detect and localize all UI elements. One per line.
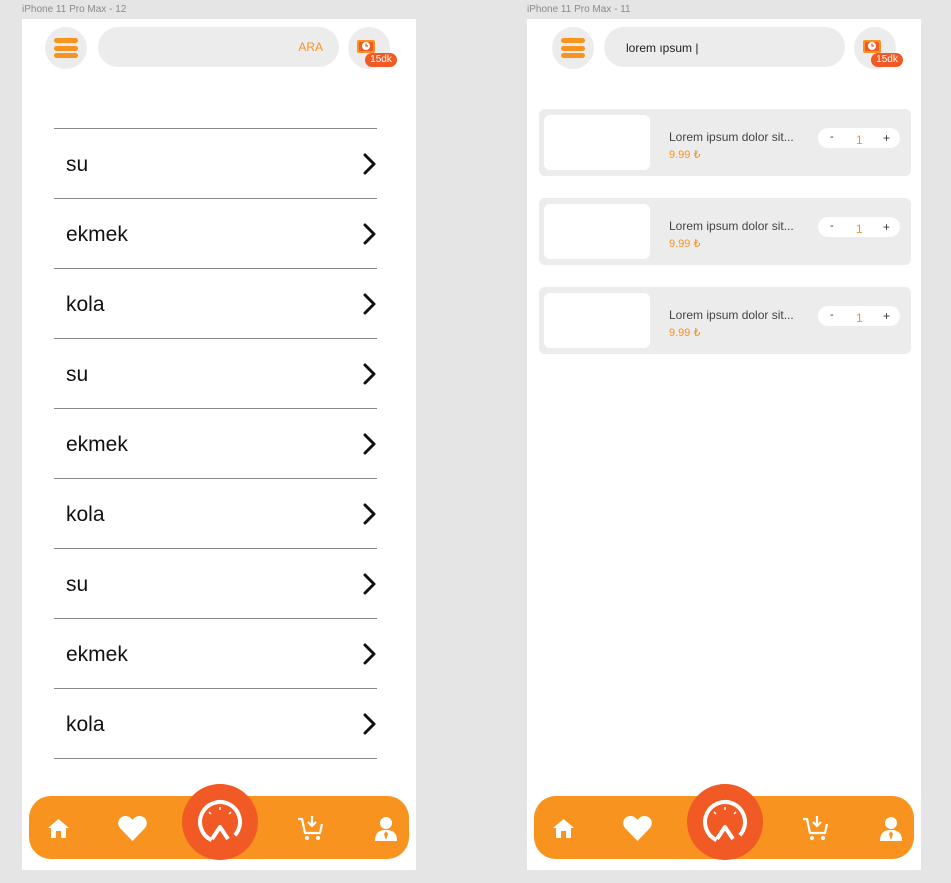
decrease-button[interactable]: - [830, 220, 834, 232]
list-item[interactable]: su [54, 129, 377, 199]
home-icon[interactable] [553, 819, 574, 838]
product-name: Lorem ipsum dolor sit... [669, 219, 794, 233]
cart-download-icon[interactable] [802, 815, 829, 842]
chevron-right-icon [363, 643, 376, 665]
user-icon[interactable] [880, 816, 902, 841]
list-item[interactable]: su [54, 339, 377, 409]
heart-icon[interactable] [118, 816, 147, 841]
quantity-stepper: - 1 + [818, 128, 900, 148]
cart-download-icon[interactable] [297, 815, 324, 842]
chevron-right-icon [363, 293, 376, 315]
decrease-button[interactable]: - [830, 309, 834, 321]
speedometer-button[interactable] [687, 784, 763, 860]
search-input-value: lorem ıpsum | [626, 41, 699, 55]
product-image [544, 204, 650, 259]
frame-label-left: iPhone 11 Pro Max - 12 [22, 4, 127, 15]
delivery-time-badge: 15dk [365, 53, 397, 67]
search-results-list: su ekmek kola su ekmek kola su ekmek kola [54, 128, 377, 759]
chevron-right-icon [363, 433, 376, 455]
frame-label-right: iPhone 11 Pro Max - 11 [527, 4, 631, 15]
increase-button[interactable]: + [883, 220, 890, 234]
product-price: 9.99 ₺ [669, 327, 701, 339]
quantity-value: 1 [856, 222, 863, 236]
delivery-time-badge: 15dk [871, 53, 903, 67]
increase-button[interactable]: + [883, 131, 890, 145]
list-item[interactable]: kola [54, 269, 377, 339]
list-item-label: ekmek [66, 433, 128, 456]
menu-button[interactable] [552, 27, 594, 69]
list-item-label: kola [66, 503, 105, 526]
phone-frame-search-list: ARA 15dk su ekmek kola su ekmek kola su ekmek ko… [22, 19, 416, 870]
list-item[interactable]: ekmek [54, 199, 377, 269]
search-input[interactable]: lorem ıpsum | [604, 27, 845, 67]
increase-button[interactable]: + [883, 309, 890, 323]
chevron-right-icon [363, 713, 376, 735]
chevron-right-icon [363, 223, 376, 245]
list-item-label: ekmek [66, 643, 128, 666]
menu-button[interactable] [45, 27, 87, 69]
delivery-time-button[interactable]: 15dk [854, 27, 903, 69]
product-name: Lorem ipsum dolor sit... [669, 308, 794, 322]
bottom-navbar [534, 784, 914, 860]
product-image [544, 115, 650, 170]
cart-item[interactable]: Lorem ipsum dolor sit... 9.99 ₺ - 1 + [539, 198, 911, 265]
home-icon[interactable] [48, 819, 69, 838]
list-item-label: kola [66, 293, 105, 316]
list-item[interactable]: ekmek [54, 619, 377, 689]
quantity-value: 1 [856, 311, 863, 325]
chevron-right-icon [363, 573, 376, 595]
list-item[interactable]: kola [54, 689, 377, 759]
speedometer-icon [703, 800, 747, 844]
bottom-navbar [29, 784, 409, 860]
product-price: 9.99 ₺ [669, 149, 701, 161]
product-name: Lorem ipsum dolor sit... [669, 130, 794, 144]
phone-frame-cart: lorem ıpsum | 15dk Lorem ipsum dolor sit… [527, 19, 921, 870]
delivery-time-button[interactable]: 15dk [348, 27, 397, 69]
speedometer-icon [198, 800, 242, 844]
cart-item[interactable]: Lorem ipsum dolor sit... 9.99 ₺ - 1 + [539, 109, 911, 176]
list-item[interactable]: ekmek [54, 409, 377, 479]
quantity-stepper: - 1 + [818, 306, 900, 326]
speedometer-button[interactable] [182, 784, 258, 860]
cart-item[interactable]: Lorem ipsum dolor sit... 9.99 ₺ - 1 + [539, 287, 911, 354]
search-input[interactable]: ARA [98, 27, 339, 67]
chevron-right-icon [363, 503, 376, 525]
search-button[interactable]: ARA [298, 40, 323, 54]
list-item-label: kola [66, 713, 105, 736]
product-image [544, 293, 650, 348]
quantity-value: 1 [856, 133, 863, 147]
quantity-stepper: - 1 + [818, 217, 900, 237]
list-item-label: ekmek [66, 223, 128, 246]
chevron-right-icon [363, 363, 376, 385]
list-item[interactable]: kola [54, 479, 377, 549]
user-icon[interactable] [375, 816, 397, 841]
chevron-right-icon [363, 153, 376, 175]
list-item-label: su [66, 153, 89, 176]
heart-icon[interactable] [623, 816, 652, 841]
list-item-label: su [66, 573, 89, 596]
product-price: 9.99 ₺ [669, 238, 701, 250]
list-item-label: su [66, 363, 89, 386]
list-item[interactable]: su [54, 549, 377, 619]
decrease-button[interactable]: - [830, 131, 834, 143]
